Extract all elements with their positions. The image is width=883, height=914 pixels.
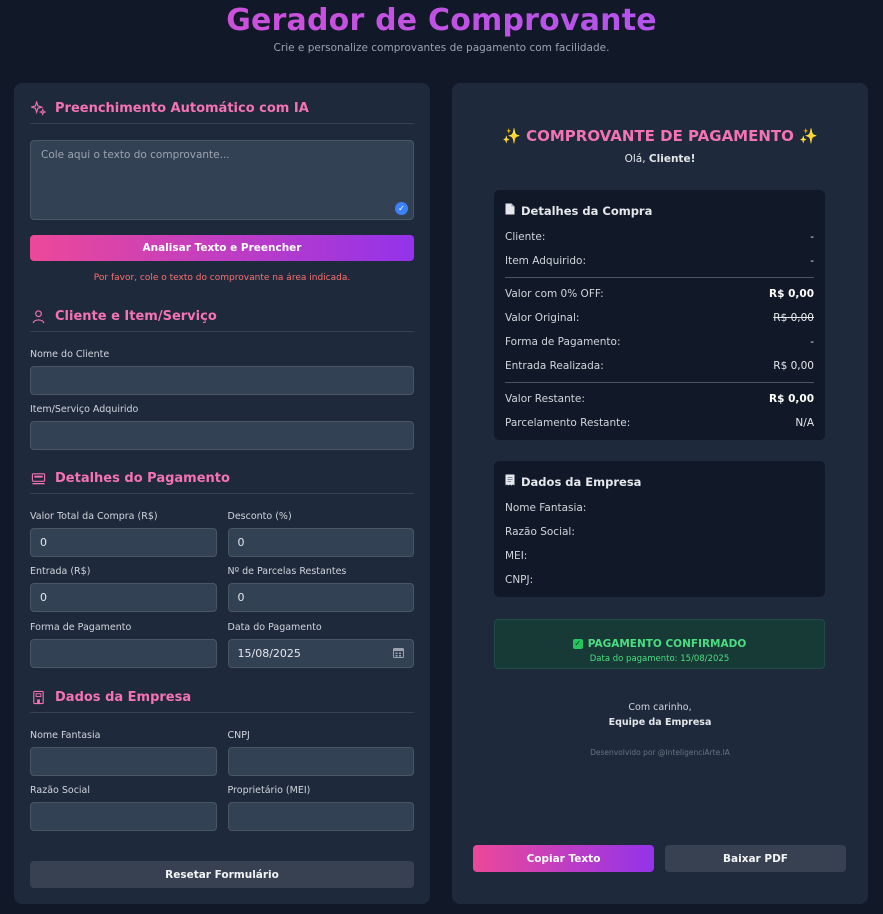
regards-text: Com carinho, <box>628 702 692 713</box>
developer-credit: Desenvolvido por @InteligenciArte.IA <box>590 748 730 757</box>
divider <box>505 382 814 383</box>
company-details-card: Dados da Empresa Nome Fantasia: Razão So… <box>494 461 825 597</box>
cnpj-field[interactable] <box>227 747 414 776</box>
company-row-legal-name: Razão Social: <box>505 526 575 538</box>
ai-section-title: Preenchimento Automático com IA <box>30 100 414 124</box>
receipt-row-item: Item Adquirido: - <box>505 255 814 267</box>
receipt-row-discounted-value: Valor com 0% OFF: R$ 0,00 <box>505 288 814 300</box>
page-title: Gerador de Comprovante <box>0 4 883 38</box>
receipt-panel: ✨ COMPROVANTE DE PAGAMENTO ✨ Olá, Client… <box>452 83 868 904</box>
check-icon: ✓ <box>572 638 583 649</box>
trade-name-label: Nome Fantasia <box>30 730 101 741</box>
cnpj-label: CNPJ <box>227 730 250 741</box>
copy-text-button[interactable]: Copiar Texto <box>473 845 654 872</box>
installments-field[interactable]: 0 <box>227 583 414 612</box>
item-field[interactable] <box>30 421 414 450</box>
company-details-title: Dados da Empresa <box>521 474 642 489</box>
user-icon <box>30 308 46 324</box>
document-icon <box>505 203 515 218</box>
company-row-trade-name: Nome Fantasia: <box>505 502 587 514</box>
item-label: Item/Serviço Adquirido <box>30 404 139 415</box>
entry-label: Entrada (R$) <box>30 566 91 577</box>
team-name: Equipe da Empresa <box>608 717 712 728</box>
payment-section-title: Detalhes do Pagamento <box>30 470 414 494</box>
receipt-row-client: Cliente: - <box>505 231 814 243</box>
trade-name-field[interactable] <box>30 747 217 776</box>
confirmed-label: PAGAMENTO CONFIRMADO <box>587 637 747 650</box>
discount-field[interactable]: 0 <box>227 528 414 557</box>
owner-label: Proprietário (MEI) <box>227 785 311 796</box>
building-icon <box>30 689 46 705</box>
receipt-greeting: Olá, Cliente! <box>624 153 696 165</box>
register-icon <box>30 470 46 486</box>
payment-method-label: Forma de Pagamento <box>30 622 132 633</box>
payment-date-label: Data do Pagamento <box>227 622 322 633</box>
sparkles-icon <box>30 100 46 116</box>
receipt-title: ✨ COMPROVANTE DE PAGAMENTO ✨ <box>502 127 818 145</box>
total-label: Valor Total da Compra (R$) <box>30 511 158 522</box>
payment-date-field[interactable]: 15/08/2025 <box>227 639 414 668</box>
client-name-field[interactable] <box>30 366 414 395</box>
legal-name-label: Razão Social <box>30 785 91 796</box>
owner-field[interactable] <box>227 802 414 831</box>
client-name-label: Nome do Cliente <box>30 349 110 360</box>
company-row-mei: MEI: <box>505 550 528 562</box>
discount-label: Desconto (%) <box>227 511 292 522</box>
payment-confirmed-banner: ✓ PAGAMENTO CONFIRMADO Data do pagamento… <box>494 619 825 669</box>
divider <box>505 277 814 278</box>
receipt-row-payment-method: Forma de Pagamento: - <box>505 336 814 348</box>
download-pdf-button[interactable]: Baixar PDF <box>665 845 846 872</box>
receipt-row-remaining: Valor Restante: R$ 0,00 <box>505 393 814 405</box>
total-field[interactable]: 0 <box>30 528 217 557</box>
reset-button[interactable]: Resetar Formulário <box>30 861 414 888</box>
form-panel: Preenchimento Automático com IA Cole aqu… <box>14 83 430 904</box>
grammar-check-icon: ✓ <box>395 202 408 215</box>
receipt-icon <box>505 474 515 489</box>
receipt-text-input[interactable]: Cole aqui o texto do comprovante... ✓ <box>30 140 414 220</box>
legal-name-field[interactable] <box>30 802 217 831</box>
purchase-details-card: Detalhes da Compra Cliente: - Item Adquir… <box>494 190 825 440</box>
receipt-row-installments: Parcelamento Restante: N/A <box>505 417 814 429</box>
client-section-title: Cliente e Item/Serviço <box>30 308 414 332</box>
error-message: Por favor, cole o texto do comprovante n… <box>93 273 351 283</box>
analyze-button[interactable]: Analisar Texto e Preencher <box>30 235 414 261</box>
receipt-row-entry: Entrada Realizada: R$ 0,00 <box>505 360 814 372</box>
entry-field[interactable]: 0 <box>30 583 217 612</box>
payment-method-field[interactable] <box>30 639 217 668</box>
company-section-title: Dados da Empresa <box>30 689 414 713</box>
confirmed-date: Data do pagamento: 15/08/2025 <box>589 654 730 664</box>
page-header: Gerador de Comprovante Crie e personaliz… <box>0 0 883 62</box>
purchase-details-title: Detalhes da Compra <box>521 203 653 218</box>
installments-label: Nº de Parcelas Restantes <box>227 566 347 577</box>
company-row-cnpj: CNPJ: <box>505 574 534 586</box>
page-subtitle: Crie e personalize comprovantes de pagam… <box>273 42 610 54</box>
receipt-row-original-value: Valor Original: R$ 0,00 <box>505 312 814 324</box>
calendar-icon[interactable] <box>393 647 404 661</box>
